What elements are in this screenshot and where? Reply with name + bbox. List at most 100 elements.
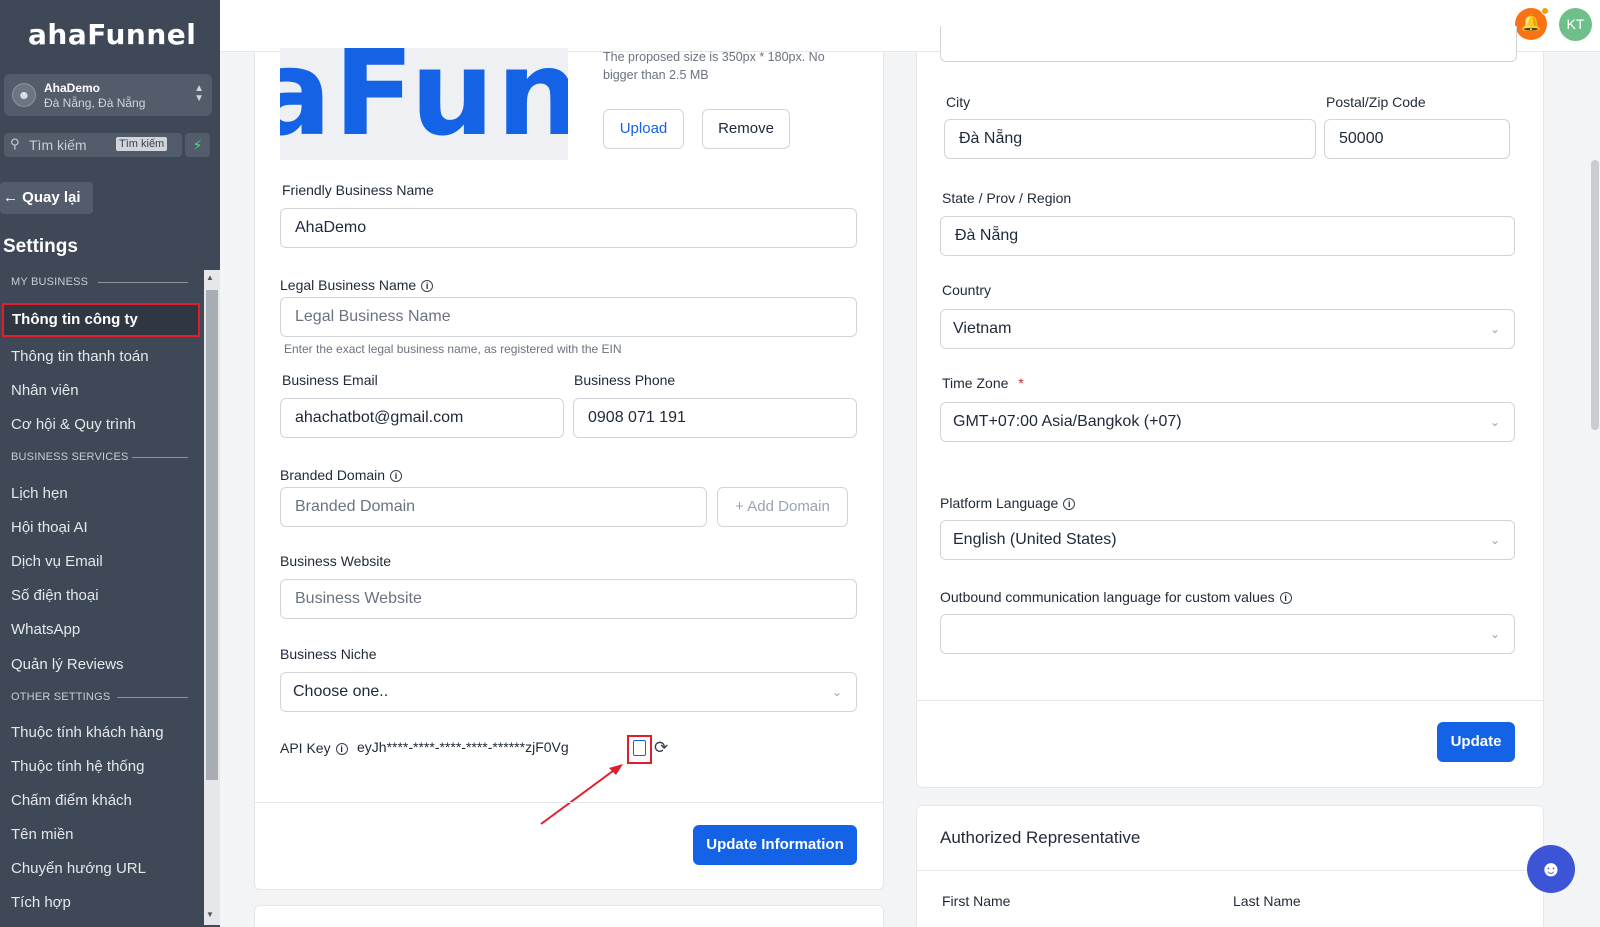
- section-other-settings: OTHER SETTINGS: [11, 691, 111, 703]
- info-icon[interactable]: i: [390, 470, 403, 482]
- friendly-name-field[interactable]: AhaDemo: [280, 208, 857, 248]
- chevron-down-icon: ⌄: [831, 685, 842, 699]
- sidebar-item-custom-fields[interactable]: Thuộc tính khách hàng: [11, 724, 164, 741]
- country-label: Country: [942, 282, 992, 298]
- add-domain-button[interactable]: + Add Domain: [717, 487, 848, 527]
- sidebar-item-scoring[interactable]: Chấm điểm khách: [11, 792, 132, 809]
- avatar[interactable]: KT: [1559, 8, 1592, 41]
- divider: [98, 282, 188, 283]
- search-shortcut: Tìm kiếm: [116, 137, 168, 151]
- representative-title: Authorized Representative: [940, 828, 1141, 847]
- upload-button[interactable]: Upload: [603, 109, 684, 149]
- city-field[interactable]: Đà Nẵng: [944, 119, 1316, 159]
- niche-label: Business Niche: [280, 646, 377, 662]
- divider: [254, 802, 884, 803]
- sidebar-scrollbar-thumb[interactable]: [206, 290, 218, 780]
- required-marker: *: [1018, 375, 1024, 391]
- sidebar-item-email-services[interactable]: Dịch vụ Email: [11, 553, 103, 570]
- app-logo[interactable]: ahaFunnel: [28, 18, 196, 51]
- email-label: Business Email: [282, 372, 378, 388]
- api-key-label: API Key i: [280, 740, 348, 756]
- info-icon[interactable]: i: [1279, 592, 1292, 604]
- scroll-up-icon[interactable]: ▲: [206, 273, 214, 282]
- legal-name-label: Legal Business Name i: [280, 277, 434, 293]
- scroll-down-icon[interactable]: ▼: [206, 910, 214, 919]
- outbound-language-label-text: Outbound communication language for cust…: [940, 589, 1275, 605]
- sidebar-item-pipelines[interactable]: Cơ hội & Quy trình: [11, 416, 136, 433]
- platform-language-select[interactable]: English (United States) ⌄: [940, 520, 1515, 560]
- chevron-down-icon: ⌄: [1489, 627, 1500, 641]
- sidebar-item-integrations[interactable]: Tích hợp: [11, 894, 71, 911]
- refresh-icon[interactable]: ⟳: [654, 738, 668, 758]
- arrow-left-icon: ←: [3, 189, 18, 206]
- zip-field[interactable]: 50000: [1324, 119, 1510, 159]
- section-my-business: MY BUSINESS: [11, 276, 89, 288]
- back-button[interactable]: ← Quay lại: [0, 182, 93, 214]
- info-icon[interactable]: i: [335, 743, 348, 755]
- sidebar-item-custom-values[interactable]: Thuộc tính hệ thống: [11, 758, 144, 775]
- sidebar-item-domains[interactable]: Tên miền: [11, 826, 74, 843]
- niche-select[interactable]: Choose one.. ⌄: [280, 672, 857, 712]
- copy-icon[interactable]: [633, 740, 646, 756]
- add-domain-label: Add Domain: [747, 498, 830, 515]
- page-scrollbar-thumb[interactable]: [1591, 160, 1599, 430]
- first-name-label: First Name: [942, 893, 1011, 909]
- zip-label: Postal/Zip Code: [1326, 94, 1426, 110]
- annotation-arrow: [540, 764, 623, 825]
- search-input[interactable]: ⚲ Tìm kiếm Tìm kiếm: [4, 133, 182, 157]
- state-label: State / Prov / Region: [942, 190, 1072, 206]
- domain-label-text: Branded Domain: [280, 467, 386, 483]
- account-switcher[interactable]: ☻ AhaDemo Đà Nẵng, Đà Nẵng ▲ ▼: [4, 74, 212, 116]
- sidebar-item-calendars[interactable]: Lịch hẹn: [11, 485, 68, 502]
- address-field-partial[interactable]: [940, 26, 1517, 62]
- divider: [916, 870, 1544, 871]
- search-placeholder: Tìm kiếm: [29, 137, 87, 153]
- country-value: Vietnam: [953, 320, 1012, 337]
- sidebar-item-staff[interactable]: Nhân viên: [11, 382, 79, 399]
- sidebar: ahaFunnel ☻ AhaDemo Đà Nẵng, Đà Nẵng ▲ ▼ …: [0, 0, 220, 927]
- legal-name-label-text: Legal Business Name: [280, 277, 417, 293]
- friendly-name-label: Friendly Business Name: [282, 182, 434, 198]
- timezone-value: GMT+07:00 Asia/Bangkok (+07): [953, 413, 1182, 430]
- legal-name-field[interactable]: Legal Business Name: [280, 297, 857, 337]
- outbound-language-label: Outbound communication language for cust…: [940, 589, 1292, 605]
- email-field[interactable]: ahachatbot@gmail.com: [280, 398, 564, 438]
- account-location: Đà Nẵng, Đà Nẵng: [44, 96, 146, 110]
- legal-name-help: Enter the exact legal business name, as …: [284, 342, 622, 356]
- chatbot-icon[interactable]: ☻: [1527, 845, 1575, 893]
- info-icon[interactable]: i: [1063, 498, 1076, 510]
- branded-domain-field[interactable]: Branded Domain: [280, 487, 707, 527]
- user-icon: ☻: [12, 83, 36, 107]
- back-label: Quay lại: [22, 189, 81, 206]
- sidebar-item-url-redirects[interactable]: Chuyển hướng URL: [11, 860, 146, 877]
- plus-icon: +: [735, 498, 744, 515]
- outbound-language-select[interactable]: ⌄: [940, 614, 1515, 654]
- quick-action-bolt-icon[interactable]: ⚡: [185, 133, 210, 157]
- sidebar-item-phone-numbers[interactable]: Số điện thoại: [11, 587, 99, 604]
- country-select[interactable]: Vietnam ⌄: [940, 309, 1515, 349]
- logo-preview-text: aFun: [280, 48, 568, 160]
- timezone-select[interactable]: GMT+07:00 Asia/Bangkok (+07) ⌄: [940, 402, 1515, 442]
- remove-button[interactable]: Remove: [702, 109, 790, 149]
- timezone-label: Time Zone *: [942, 375, 1024, 391]
- sidebar-item-whatsapp[interactable]: WhatsApp: [11, 621, 80, 638]
- settings-title: Settings: [3, 236, 78, 257]
- api-key-label-text: API Key: [280, 740, 331, 756]
- update-button[interactable]: Update: [1437, 722, 1515, 762]
- api-key-value: eyJh****-****-****-****-******zjF0Vg: [357, 739, 569, 755]
- sidebar-item-billing[interactable]: Thông tin thanh toán: [11, 348, 149, 365]
- notification-dot: [1541, 7, 1549, 15]
- sidebar-item-company-info[interactable]: Thông tin công ty: [2, 303, 200, 337]
- phone-field[interactable]: 0908 071 191: [573, 398, 857, 438]
- sidebar-item-conversation-ai[interactable]: Hội thoại AI: [11, 519, 88, 536]
- website-field[interactable]: Business Website: [280, 579, 857, 619]
- sidebar-item-reviews[interactable]: Quản lý Reviews: [11, 656, 124, 673]
- info-icon[interactable]: i: [421, 280, 434, 292]
- update-information-button[interactable]: Update Information: [693, 825, 857, 865]
- chevron-down-icon: ⌄: [1489, 322, 1500, 336]
- website-label: Business Website: [280, 553, 392, 569]
- state-field[interactable]: Đà Nẵng: [940, 216, 1515, 256]
- divider: [132, 457, 188, 458]
- last-name-label: Last Name: [1233, 893, 1301, 909]
- logo-preview: aFun: [280, 48, 568, 160]
